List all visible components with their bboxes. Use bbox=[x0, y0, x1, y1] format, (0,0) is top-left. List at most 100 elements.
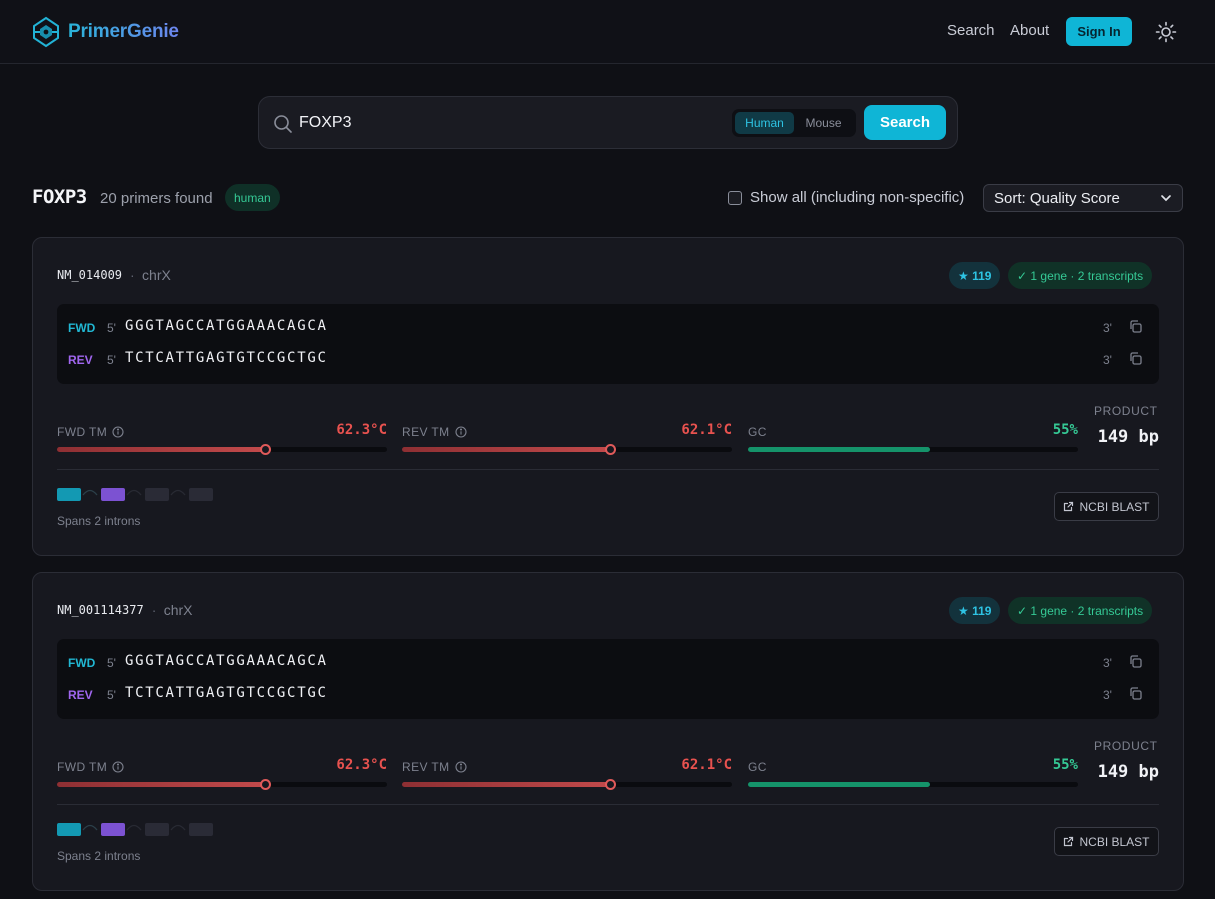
primer-card: NM_014009 · chrX ★ 119 ✓ 1 gene · 2 tran… bbox=[32, 237, 1184, 556]
gene-search-input[interactable] bbox=[299, 111, 719, 135]
divider bbox=[57, 804, 1159, 805]
three-prime-label: 3' bbox=[1103, 321, 1112, 335]
brand[interactable]: PrimerGenie bbox=[32, 16, 179, 48]
copy-icon[interactable] bbox=[1128, 686, 1143, 701]
exon-reverse bbox=[101, 488, 125, 501]
reverse-primer-row: REV 5' TCTCATTGAGTGTCCGCTGC 3' bbox=[68, 685, 1148, 705]
brand-name: PrimerGenie bbox=[68, 21, 179, 42]
ncbi-blast-label: NCBI BLAST bbox=[1079, 834, 1150, 849]
copy-icon[interactable] bbox=[1128, 319, 1143, 334]
primer-sequences: FWD 5' GGGTAGCCATGGAAACAGCA 3' REV 5' TC… bbox=[57, 304, 1159, 384]
three-prime-label: 3' bbox=[1103, 688, 1112, 702]
fwd-tm-marker bbox=[259, 779, 271, 790]
info-icon[interactable] bbox=[112, 426, 124, 438]
info-icon[interactable] bbox=[454, 761, 467, 773]
three-prime-label: 3' bbox=[1103, 353, 1112, 367]
search-button[interactable]: Search bbox=[864, 105, 946, 140]
nav-search-link[interactable]: Search bbox=[947, 22, 995, 39]
top-bar: PrimerGenie Search About Sign In bbox=[0, 0, 1215, 64]
sort-value: Sort: Quality Score bbox=[994, 189, 1120, 207]
ncbi-blast-button[interactable]: NCBI BLAST bbox=[1054, 827, 1159, 856]
rev-tm-bar-fill bbox=[402, 447, 610, 452]
accession-id[interactable]: NM_001114377 bbox=[57, 603, 144, 617]
species-badge: human bbox=[225, 184, 280, 211]
separator: · bbox=[151, 602, 157, 618]
forward-sequence[interactable]: GGGTAGCCATGGAAACAGCA bbox=[125, 653, 328, 669]
product-size: 149 bp bbox=[1097, 762, 1159, 782]
three-prime-label: 3' bbox=[1103, 656, 1112, 670]
forward-primer-row: FWD 5' GGGTAGCCATGGAAACAGCA 3' bbox=[68, 653, 1148, 673]
info-icon[interactable] bbox=[112, 761, 124, 773]
reverse-sequence[interactable]: TCTCATTGAGTGTCCGCTGC bbox=[125, 350, 328, 366]
exon-reverse bbox=[101, 823, 125, 836]
intron-span-text: Spans 2 introns bbox=[57, 514, 141, 528]
search-bar: Human Mouse Search bbox=[258, 96, 958, 149]
gc-label: GC bbox=[748, 425, 767, 439]
quality-score-badge: ★ 119 bbox=[949, 262, 1001, 289]
intron-arc-icon bbox=[82, 489, 98, 496]
five-prime-label: 5' bbox=[107, 321, 116, 335]
species-option-human[interactable]: Human bbox=[735, 112, 794, 134]
rev-tm-label: REV TM bbox=[402, 425, 450, 439]
product-size: 149 bp bbox=[1097, 427, 1159, 447]
result-count: 20 primers found bbox=[100, 190, 213, 207]
sun-icon[interactable] bbox=[1154, 20, 1178, 44]
exon-map bbox=[57, 488, 217, 502]
rev-tm-value: 62.1°C bbox=[681, 757, 732, 773]
rev-tm-bar bbox=[402, 779, 732, 790]
reverse-label: REV bbox=[68, 353, 93, 367]
sign-in-button[interactable]: Sign In bbox=[1066, 17, 1132, 46]
quality-score-badge: ★ 119 bbox=[949, 597, 1001, 624]
product-label: PRODUCT bbox=[1094, 404, 1158, 418]
show-all-toggle[interactable]: Show all (including non-specific) bbox=[728, 189, 964, 206]
exon bbox=[145, 488, 169, 501]
reverse-sequence[interactable]: TCTCATTGAGTGTCCGCTGC bbox=[125, 685, 328, 701]
fwd-tm-bar-fill bbox=[57, 782, 265, 787]
fwd-tm-bar-fill bbox=[57, 447, 265, 452]
forward-label: FWD bbox=[68, 321, 96, 335]
rev-tm-bar-fill bbox=[402, 782, 610, 787]
search-icon bbox=[274, 115, 292, 133]
sort-select[interactable]: Sort: Quality Score bbox=[983, 184, 1183, 212]
five-prime-label: 5' bbox=[107, 656, 116, 670]
fwd-tm-value: 62.3°C bbox=[336, 422, 387, 438]
intron-arc-icon bbox=[82, 824, 98, 831]
nav-about-link[interactable]: About bbox=[1010, 22, 1049, 39]
fwd-tm-label: FWD TM bbox=[57, 425, 108, 439]
ncbi-blast-label: NCBI BLAST bbox=[1079, 499, 1150, 514]
gc-bar-fill bbox=[748, 782, 930, 787]
intron-arc-icon bbox=[170, 824, 186, 831]
forward-primer-row: FWD 5' GGGTAGCCATGGAAACAGCA 3' bbox=[68, 318, 1148, 338]
accession-id[interactable]: NM_014009 bbox=[57, 268, 122, 282]
five-prime-label: 5' bbox=[107, 688, 116, 702]
specificity-badge: ✓ 1 gene · 2 transcripts bbox=[1008, 262, 1153, 289]
gc-bar-fill bbox=[748, 447, 930, 452]
divider bbox=[57, 469, 1159, 470]
forward-sequence[interactable]: GGGTAGCCATGGAAACAGCA bbox=[125, 318, 328, 334]
exon bbox=[189, 488, 213, 501]
gene-title: FOXP3 bbox=[32, 186, 87, 208]
primer-sequences: FWD 5' GGGTAGCCATGGAAACAGCA 3' REV 5' TC… bbox=[57, 639, 1159, 719]
product-label: PRODUCT bbox=[1094, 739, 1158, 753]
chromosome-label: chrX bbox=[163, 602, 193, 618]
specificity-badge: ✓ 1 gene · 2 transcripts bbox=[1008, 597, 1153, 624]
ncbi-blast-button[interactable]: NCBI BLAST bbox=[1054, 492, 1159, 521]
reverse-primer-row: REV 5' TCTCATTGAGTGTCCGCTGC 3' bbox=[68, 350, 1148, 370]
reverse-label: REV bbox=[68, 688, 93, 702]
species-option-mouse[interactable]: Mouse bbox=[794, 112, 853, 134]
species-toggle: Human Mouse bbox=[732, 109, 856, 137]
copy-icon[interactable] bbox=[1128, 654, 1143, 669]
exon-map bbox=[57, 823, 217, 837]
rev-tm-label: REV TM bbox=[402, 760, 450, 774]
external-link-icon bbox=[1064, 501, 1074, 512]
fwd-tm-value: 62.3°C bbox=[336, 757, 387, 773]
info-icon[interactable] bbox=[454, 426, 467, 438]
gc-label: GC bbox=[748, 760, 767, 774]
separator: · bbox=[130, 267, 135, 283]
show-all-checkbox[interactable] bbox=[728, 190, 742, 205]
rev-tm-marker bbox=[604, 779, 616, 790]
copy-icon[interactable] bbox=[1128, 351, 1143, 366]
chromosome-label: chrX bbox=[142, 267, 171, 283]
intron-arc-icon bbox=[126, 824, 142, 831]
fwd-tm-label: FWD TM bbox=[57, 760, 108, 774]
